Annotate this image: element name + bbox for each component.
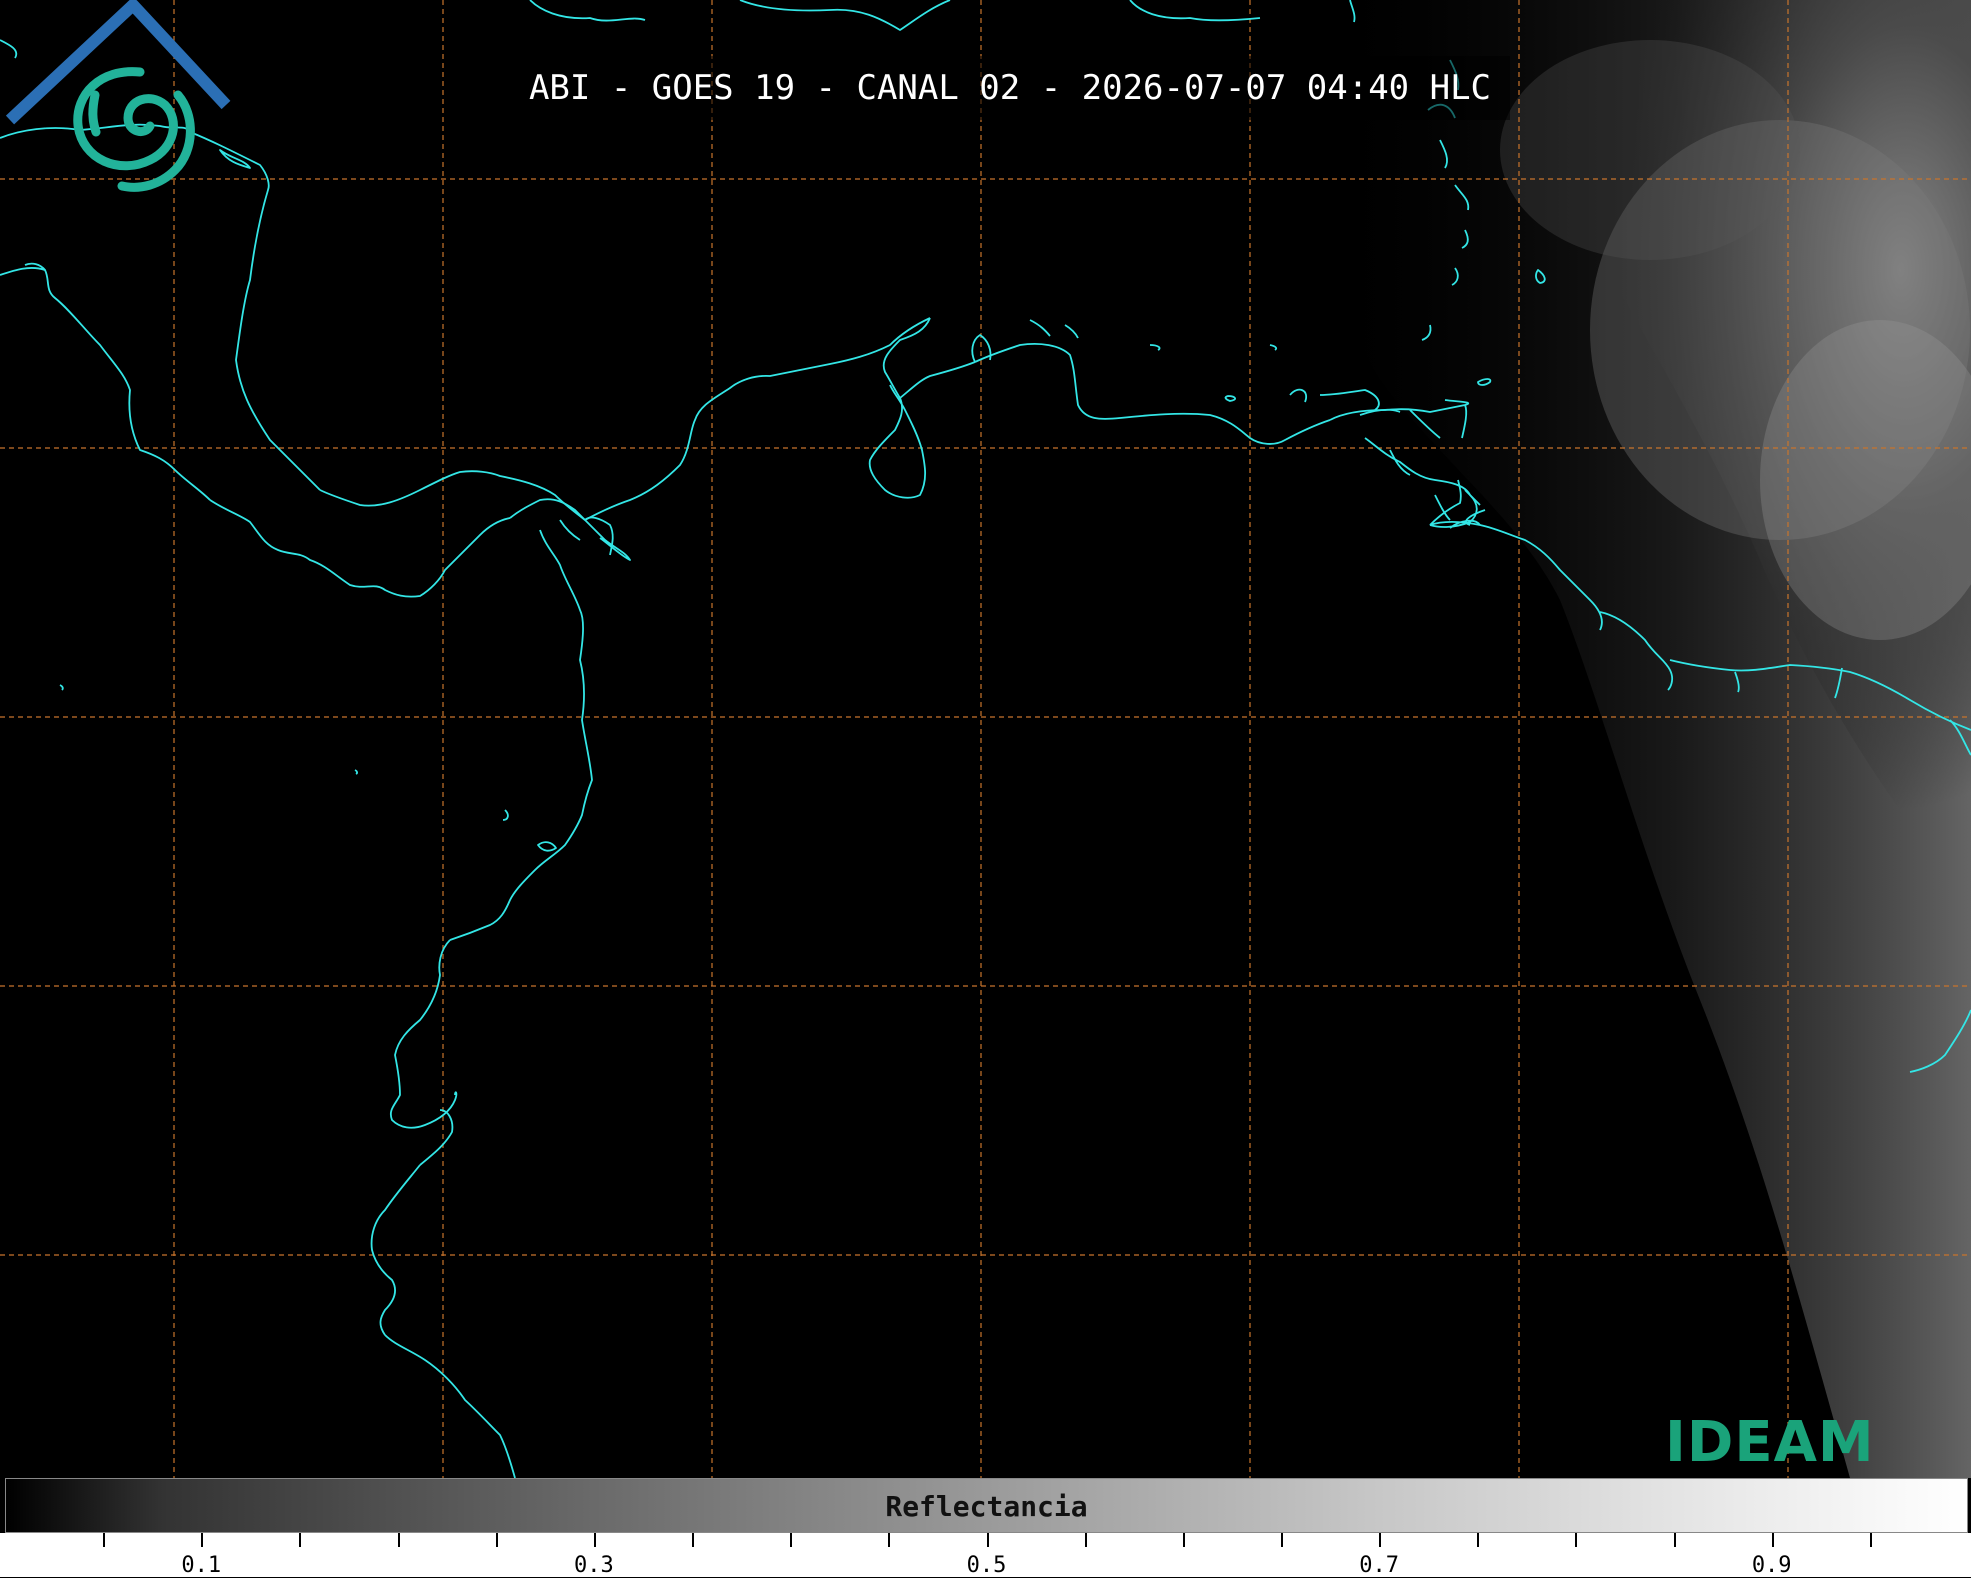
colorbar-tick bbox=[1771, 1533, 1774, 1547]
colorbar-tick-label: 0.3 bbox=[574, 1553, 614, 1578]
colorbar-tick bbox=[986, 1533, 989, 1547]
colorbar-tick bbox=[790, 1533, 793, 1547]
ideam-logo bbox=[5, 0, 231, 192]
map-canvas bbox=[0, 0, 1971, 1478]
colorbar-tick bbox=[888, 1533, 891, 1547]
colorbar-tick bbox=[1182, 1533, 1185, 1547]
colorbar-tick bbox=[1280, 1533, 1283, 1547]
colorbar-tick bbox=[397, 1533, 400, 1547]
satellite-image-viewer: ABI - GOES 19 - CANAL 02 - 2026-07-07 04… bbox=[0, 0, 1971, 1578]
colorbar-tick bbox=[1575, 1533, 1578, 1547]
logo-text: IDEAM bbox=[1665, 1410, 1875, 1475]
colorbar: Reflectancia bbox=[5, 1478, 1968, 1533]
colorbar-tick bbox=[1379, 1533, 1382, 1547]
colorbar-tick-label: 0.9 bbox=[1751, 1553, 1792, 1578]
colorbar-tick-label: 0.5 bbox=[966, 1553, 1007, 1578]
colorbar-tick bbox=[1477, 1533, 1480, 1547]
colorbar-tick bbox=[299, 1533, 302, 1547]
colorbar-tick bbox=[593, 1533, 596, 1547]
colorbar-tick bbox=[1869, 1533, 1872, 1547]
logo-roof-icon bbox=[5, 0, 231, 125]
image-title: ABI - GOES 19 - CANAL 02 - 2026-07-07 04… bbox=[510, 56, 1510, 120]
colorbar-tick bbox=[103, 1533, 106, 1547]
colorbar-tick bbox=[495, 1533, 498, 1547]
cloud-region bbox=[1313, 0, 1971, 1478]
colorbar-axis: 0.1 0.3 0.5 0.7 0.9 bbox=[0, 1533, 1971, 1578]
logo-swirl-icon bbox=[73, 67, 195, 192]
colorbar-tick bbox=[201, 1533, 204, 1547]
colorbar-tick bbox=[1673, 1533, 1676, 1547]
colorbar-tick-label: 0.7 bbox=[1359, 1553, 1399, 1578]
colorbar-tick bbox=[1084, 1533, 1087, 1547]
colorbar-tick-label: 0.1 bbox=[181, 1553, 222, 1578]
colorbar-label: Reflectancia bbox=[885, 1490, 1088, 1523]
colorbar-tick bbox=[692, 1533, 695, 1547]
satellite-map: ABI - GOES 19 - CANAL 02 - 2026-07-07 04… bbox=[0, 0, 1971, 1478]
